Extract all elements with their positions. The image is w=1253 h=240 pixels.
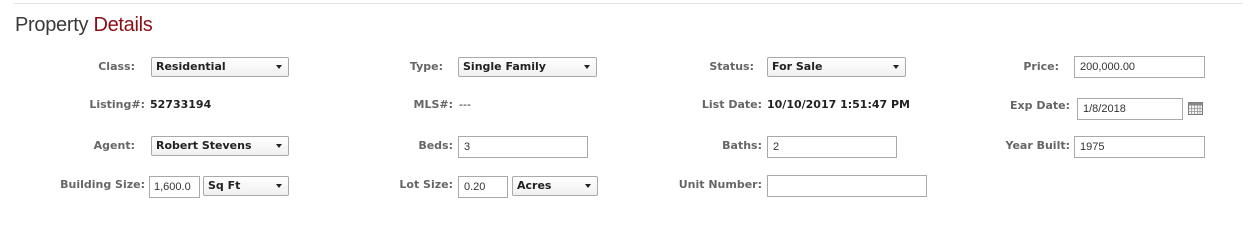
list-date-label: List Date: xyxy=(701,98,762,111)
mls-number-label: MLS#: xyxy=(413,98,454,111)
mls-number-value: --- xyxy=(459,98,471,111)
chevron-down-icon xyxy=(584,65,590,69)
beds-label: Beds: xyxy=(418,139,453,152)
agent-label: Agent: xyxy=(93,139,135,152)
baths-input[interactable]: 2 xyxy=(767,136,897,158)
class-label: Class: xyxy=(98,60,135,73)
status-select-value: For Sale xyxy=(772,60,823,73)
type-select-value: Single Family xyxy=(463,60,546,73)
beds-input[interactable]: 3 xyxy=(458,136,588,158)
year-built-input[interactable]: 1975 xyxy=(1074,136,1205,158)
unit-number-input[interactable] xyxy=(767,175,927,197)
listing-number-value: 52733194 xyxy=(150,98,212,111)
chevron-down-icon xyxy=(893,65,899,69)
top-divider xyxy=(14,3,1243,4)
lot-size-unit-value: Acres xyxy=(517,179,552,192)
building-size-label: Building Size: xyxy=(60,178,145,191)
class-select[interactable]: Residential xyxy=(151,57,289,77)
unit-number-label: Unit Number: xyxy=(678,178,762,191)
type-label: Type: xyxy=(409,60,443,73)
chevron-down-icon xyxy=(276,184,282,188)
status-select[interactable]: For Sale xyxy=(767,57,906,77)
lot-size-unit-select[interactable]: Acres xyxy=(512,176,598,196)
listing-number-label: Listing#: xyxy=(89,98,145,111)
status-label: Status: xyxy=(709,60,754,73)
exp-date-label: Exp Date: xyxy=(1010,99,1070,112)
calendar-icon[interactable] xyxy=(1188,102,1203,115)
price-label: Price: xyxy=(1023,60,1059,73)
agent-select[interactable]: Robert Stevens xyxy=(151,136,289,156)
class-select-value: Residential xyxy=(156,60,226,73)
building-size-unit-select[interactable]: Sq Ft xyxy=(203,176,289,196)
page-title-part1: Property xyxy=(15,14,89,36)
chevron-down-icon xyxy=(585,184,591,188)
lot-size-label: Lot Size: xyxy=(399,178,453,191)
building-size-input[interactable]: 1,600.0 xyxy=(149,176,200,198)
year-built-label: Year Built: xyxy=(1005,139,1070,152)
page-title: Property Details xyxy=(15,14,153,37)
price-input[interactable]: 200,000.00 xyxy=(1074,56,1205,78)
page-title-part2: Details xyxy=(93,14,153,36)
lot-size-input[interactable]: 0.20 xyxy=(458,176,508,198)
building-size-unit-value: Sq Ft xyxy=(208,179,241,192)
agent-select-value: Robert Stevens xyxy=(156,139,252,152)
list-date-value: 10/10/2017 1:51:47 PM xyxy=(767,98,910,111)
chevron-down-icon xyxy=(276,65,282,69)
chevron-down-icon xyxy=(276,144,282,148)
exp-date-input[interactable]: 1/8/2018 xyxy=(1077,98,1183,120)
type-select[interactable]: Single Family xyxy=(458,57,597,77)
baths-label: Baths: xyxy=(722,139,762,152)
